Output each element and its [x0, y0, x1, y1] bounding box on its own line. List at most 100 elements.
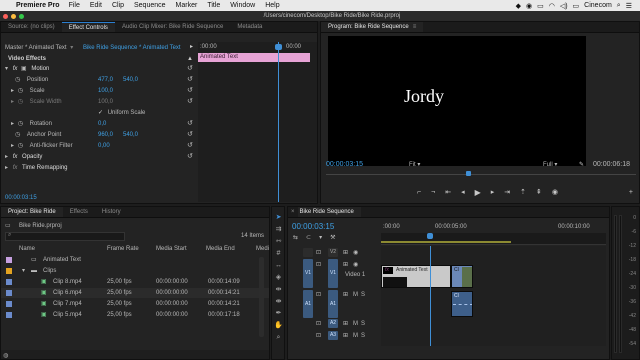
- eye-icon[interactable]: ◉: [353, 260, 358, 270]
- timeline-playhead[interactable]: [430, 246, 431, 346]
- export-frame-icon[interactable]: ◉: [552, 188, 558, 196]
- mark-out-icon[interactable]: ¬: [431, 189, 435, 196]
- project-item-animated-text[interactable]: ▭ Animated Text: [1, 255, 269, 265]
- add-button-icon[interactable]: +: [629, 189, 633, 196]
- lock-icon[interactable]: ⊡: [316, 290, 321, 300]
- position-x-value[interactable]: 477,0: [98, 75, 113, 85]
- motion-reset-icon[interactable]: ↺: [187, 64, 193, 72]
- project-scrollbar[interactable]: [259, 257, 264, 337]
- antiflicker-reset-icon[interactable]: ↺: [187, 141, 193, 149]
- go-to-out-icon[interactable]: ⇥: [504, 188, 510, 196]
- rotation-reset-icon[interactable]: ↺: [187, 119, 193, 127]
- mute-button[interactable]: M: [353, 290, 358, 300]
- program-scrubber[interactable]: [326, 174, 636, 175]
- uniform-scale-row[interactable]: ✓ Uniform Scale: [98, 108, 145, 118]
- play-icon[interactable]: ▶: [475, 188, 481, 197]
- menu-clip[interactable]: Clip: [112, 2, 124, 9]
- ec-timecode[interactable]: 00:00:03:15: [5, 193, 37, 203]
- sync-lock-icon[interactable]: ⊞: [343, 331, 348, 341]
- expand-arrow-icon[interactable]: ▸: [11, 99, 14, 105]
- airplay-icon[interactable]: ▭: [537, 2, 544, 10]
- lock-icon[interactable]: ⊡: [316, 319, 321, 329]
- resolution-dropdown[interactable]: Full ▾: [543, 160, 557, 170]
- opacity-row[interactable]: ▸ fx Opacity: [5, 152, 42, 162]
- dropdown-caret-icon[interactable]: ▾: [70, 45, 73, 51]
- sync-lock-icon[interactable]: ⊞: [343, 319, 348, 329]
- track-source-a1[interactable]: A1: [303, 290, 313, 318]
- wifi-icon[interactable]: ◠: [549, 2, 555, 10]
- expand-arrow-icon[interactable]: ▸: [11, 143, 14, 149]
- timeline-playhead-handle[interactable]: [427, 233, 433, 239]
- tab-effect-controls[interactable]: Effect Controls: [61, 22, 115, 32]
- info-icon[interactable]: ◍: [3, 353, 9, 359]
- fx-icon[interactable]: fx: [13, 154, 18, 160]
- close-tab-icon[interactable]: ×: [288, 207, 298, 217]
- mark-in-icon[interactable]: ⌐: [417, 189, 421, 196]
- expand-arrow-icon[interactable]: ▾: [22, 266, 25, 276]
- opacity-reset-icon[interactable]: ↺: [187, 152, 193, 160]
- project-search-input[interactable]: ⌕: [5, 232, 125, 241]
- tab-sequence[interactable]: Bike Ride Sequence: [297, 207, 361, 217]
- fx-icon[interactable]: fx: [13, 64, 18, 74]
- tab-project[interactable]: Project: Bike Ride: [1, 207, 63, 217]
- col-name[interactable]: Name: [19, 244, 35, 254]
- track-a3-label[interactable]: A3: [328, 331, 338, 340]
- scale-width-reset-icon[interactable]: ↺: [187, 97, 193, 105]
- step-forward-icon[interactable]: ▸: [491, 188, 495, 196]
- sync-lock-icon[interactable]: ⊞: [343, 290, 348, 300]
- col-media-end[interactable]: Media End: [206, 244, 235, 254]
- rolling-edit-tool-icon[interactable]: #: [274, 249, 283, 258]
- expand-arrow-icon[interactable]: ▸: [5, 154, 8, 160]
- list-icon[interactable]: ☰: [626, 2, 632, 10]
- slide-tool-icon[interactable]: ⇼: [274, 297, 283, 306]
- motion-row[interactable]: ▾ fx ▣ Motion: [5, 64, 49, 74]
- eye-icon[interactable]: ◉: [353, 248, 358, 258]
- razor-tool-icon[interactable]: ◈: [274, 273, 283, 282]
- col-frame-rate[interactable]: Frame Rate: [107, 244, 139, 254]
- stopwatch-icon[interactable]: ◷: [15, 132, 20, 138]
- link-icon[interactable]: ⊂: [306, 234, 311, 241]
- snap-icon[interactable]: ⇆: [293, 234, 298, 241]
- label-color-swatch[interactable]: [6, 268, 12, 274]
- dropbox-icon[interactable]: ◆: [516, 2, 521, 10]
- col-media[interactable]: Media: [256, 244, 269, 254]
- stopwatch-icon[interactable]: ◷: [18, 88, 23, 94]
- anchor-y-value[interactable]: 540,0: [123, 130, 138, 140]
- col-media-start[interactable]: Media Start: [156, 244, 187, 254]
- program-playhead[interactable]: [466, 171, 471, 176]
- wrench-icon[interactable]: ✎: [579, 160, 584, 170]
- track-source-v1[interactable]: V1: [303, 259, 313, 288]
- step-back-icon[interactable]: ◂: [461, 188, 465, 196]
- anchor-reset-icon[interactable]: ↺: [187, 130, 193, 138]
- hand-tool-icon[interactable]: ✋: [274, 321, 283, 330]
- battery-icon[interactable]: ▭: [573, 2, 580, 10]
- project-item-clip-8[interactable]: ▣ Clip 8.mp4 25,00 fps 00:00:00:00 00:00…: [1, 277, 269, 287]
- label-color-swatch[interactable]: [6, 290, 12, 296]
- go-to-in-icon[interactable]: ⇤: [445, 188, 451, 196]
- track-v2-label[interactable]: V2: [328, 248, 338, 257]
- tab-audio-clip-mixer[interactable]: Audio Clip Mixer: Bike Ride Sequence: [115, 22, 230, 32]
- menu-sequence[interactable]: Sequence: [134, 2, 166, 9]
- position-y-value[interactable]: 540,0: [123, 75, 138, 85]
- timeline-timecode[interactable]: 00:00:03:15: [292, 222, 334, 232]
- extract-icon[interactable]: ⇞: [536, 188, 542, 196]
- time-remapping-row[interactable]: ▸ fx Time Remapping: [5, 163, 68, 173]
- panel-menu-icon[interactable]: ≡: [413, 24, 417, 30]
- rotation-value[interactable]: 0,0: [98, 119, 106, 129]
- project-item-clip-7[interactable]: ▣ Clip 7.mp4 25,00 fps 00:00:00:00 00:00…: [1, 299, 269, 309]
- project-item-clip-5[interactable]: ▣ Clip 5.mp4 25,00 fps 00:00:00:00 00:00…: [1, 310, 269, 320]
- timeline-ruler[interactable]: [381, 233, 606, 245]
- marker-icon[interactable]: ▾: [319, 234, 322, 241]
- tab-metadata[interactable]: Metadata: [230, 22, 269, 32]
- minimize-window-button[interactable]: [11, 13, 16, 19]
- status-icon[interactable]: ◉: [526, 2, 532, 10]
- close-window-button[interactable]: [3, 13, 8, 19]
- expand-arrow-icon[interactable]: ▸: [11, 88, 14, 94]
- selection-tool-icon[interactable]: ➤: [274, 213, 283, 222]
- antiflicker-value[interactable]: 0,00: [98, 141, 110, 151]
- zoom-tool-icon[interactable]: ⌕: [274, 333, 283, 342]
- lock-icon[interactable]: ⊡: [316, 331, 321, 341]
- menu-window[interactable]: Window: [230, 2, 255, 9]
- app-menu[interactable]: Premiere Pro: [16, 2, 60, 9]
- label-color-swatch[interactable]: [6, 279, 12, 285]
